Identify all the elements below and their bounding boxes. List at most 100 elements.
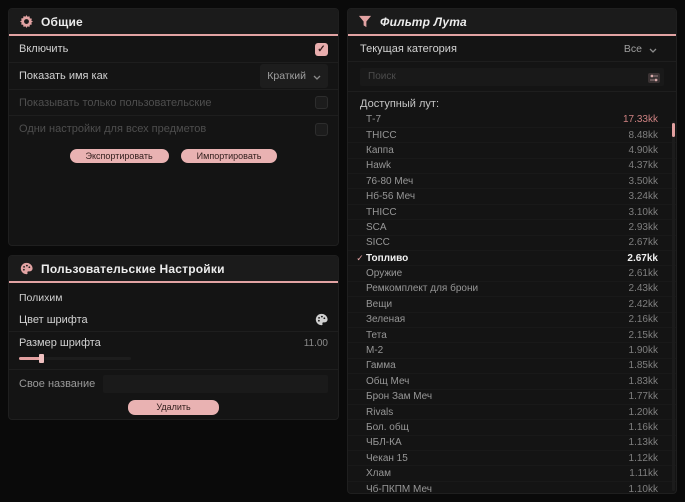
loot-item-row[interactable]: Гамма 1.85kk: [348, 359, 676, 375]
loot-item-row[interactable]: Тета 2.15kk: [348, 328, 676, 344]
loot-item-row[interactable]: Rivals 1.20kk: [348, 405, 676, 421]
loot-item-value: 2.67kk: [627, 252, 658, 264]
delete-button[interactable]: Удалить: [128, 400, 219, 415]
loot-item-name: SICC: [366, 237, 390, 249]
loot-item-name: Тета: [366, 329, 387, 341]
loot-item-row[interactable]: THICC 8.48kk: [348, 128, 676, 144]
loot-item-row[interactable]: Т-7 17.33kk: [348, 113, 676, 128]
loot-item-value: 2.61kk: [628, 268, 658, 280]
enable-label: Включить: [19, 43, 69, 55]
loot-item-name: Hawk: [366, 160, 392, 172]
loot-item-value: 1.10kk: [628, 483, 658, 494]
loot-item-name: Общ Меч: [366, 375, 410, 387]
loot-item-name: Т-7: [366, 114, 381, 126]
loot-item-value: 3.50kk: [628, 175, 658, 187]
gear-icon: [19, 15, 33, 29]
loot-item-row[interactable]: Хлам 1.11kk: [348, 466, 676, 482]
same-settings-label: Одни настройки для всех предметов: [19, 123, 207, 135]
loot-item-value: 2.15kk: [628, 329, 658, 341]
loot-item-row[interactable]: Брон Зам Меч 1.77kk: [348, 390, 676, 405]
category-dropdown[interactable]: Все: [617, 37, 664, 61]
loot-item-value: 1.12kk: [628, 452, 658, 464]
loot-item-name: Нб-56 Меч: [366, 191, 416, 203]
loot-scrollbar[interactable]: [672, 121, 675, 491]
name-mode-dropdown[interactable]: Краткий: [260, 64, 328, 88]
font-size-slider[interactable]: [19, 354, 131, 363]
loot-item-name: Ремкомплект для брони: [366, 283, 479, 295]
import-export-row: Экспортировать Импортировать: [9, 142, 338, 171]
panel-user-settings-header: Пользовательские Настройки: [9, 256, 338, 283]
loot-item-row[interactable]: 76-80 Меч 3.50kk: [348, 174, 676, 190]
selected-item-name: Полихим: [19, 292, 63, 304]
only-custom-label: Показывать только пользовательские: [19, 96, 212, 109]
panel-user-settings: Пользовательские Настройки Полихим Цвет …: [8, 255, 339, 420]
loot-item-name: Оружие: [366, 268, 403, 280]
loot-item-value: 4.90kk: [628, 144, 658, 156]
loot-item-name: Топливо: [366, 252, 409, 264]
setting-row-font-size: Размер шрифта 11.00: [9, 332, 338, 370]
panel-general: Общие Включить ✓ Показать имя как Кратки…: [8, 8, 339, 246]
palette-icon: [19, 262, 33, 276]
check-icon: ✓: [356, 252, 364, 263]
export-button[interactable]: Экспортировать: [69, 149, 169, 163]
color-picker-palette-icon[interactable]: [314, 313, 328, 327]
search-input[interactable]: [360, 67, 664, 86]
setting-row-custom-name: Свое название: [9, 370, 338, 397]
loot-item-name: М-2: [366, 345, 384, 357]
search-settings-icon[interactable]: [648, 70, 660, 88]
only-custom-checkbox[interactable]: [315, 96, 328, 109]
loot-item-row[interactable]: Hawk 4.37kk: [348, 159, 676, 175]
loot-item-row[interactable]: Вещи 2.42kk: [348, 297, 676, 313]
loot-item-value: 1.16kk: [628, 422, 658, 433]
loot-item-value: 2.42kk: [628, 298, 658, 310]
loot-item-row[interactable]: THICC 3.10kk: [348, 205, 676, 221]
import-button[interactable]: Импортировать: [180, 149, 278, 163]
loot-item-value: 1.13kk: [628, 437, 658, 449]
loot-item-row[interactable]: М-2 1.90kk: [348, 343, 676, 359]
loot-item-value: 2.93kk: [628, 221, 658, 233]
font-size-label: Размер шрифта: [19, 337, 101, 349]
loot-item-name: Rivals: [366, 406, 394, 418]
loot-item-row[interactable]: SCA 2.93kk: [348, 220, 676, 236]
loot-item-row[interactable]: Нб-56 Меч 3.24kk: [348, 189, 676, 205]
loot-item-row[interactable]: ✓ Топливо 2.67kk: [348, 251, 676, 267]
loot-item-row[interactable]: Бол. общ 1.16kk: [348, 420, 676, 436]
loot-item-row[interactable]: Общ Меч 1.83kk: [348, 374, 676, 390]
loot-list-label: Доступный лут:: [360, 97, 440, 110]
loot-item-row[interactable]: Зеленая 2.16kk: [348, 313, 676, 328]
category-value: Все: [623, 42, 642, 55]
loot-item-row[interactable]: Ремкомплект для брони 2.43kk: [348, 282, 676, 298]
loot-scrollbar-thumb[interactable]: [672, 123, 675, 137]
chevron-down-icon: [649, 40, 657, 58]
setting-row-enable: Включить ✓: [9, 36, 338, 63]
custom-name-input[interactable]: [103, 374, 328, 393]
name-mode-label: Показать имя как: [19, 70, 108, 82]
loot-item-name: Зеленая: [366, 314, 406, 326]
loot-item-row[interactable]: Каппа 4.90kk: [348, 143, 676, 159]
loot-item-value: 17.33kk: [622, 114, 658, 126]
loot-item-value: 3.10kk: [628, 206, 658, 218]
loot-item-name: THICC: [366, 206, 397, 218]
loot-item-name: Гамма: [366, 360, 396, 372]
loot-item-name: Вещи: [366, 298, 393, 310]
loot-item-value: 2.43kk: [628, 283, 658, 295]
panel-general-header: Общие: [9, 9, 338, 36]
loot-item-row[interactable]: Оружие 2.61kk: [348, 266, 676, 282]
loot-item-name: Бол. общ: [366, 422, 409, 433]
loot-item-name: SCA: [366, 221, 387, 233]
loot-item-row[interactable]: SICC 2.67kk: [348, 236, 676, 252]
enable-checkbox[interactable]: ✓: [315, 42, 328, 56]
slider-handle[interactable]: [39, 354, 44, 363]
same-settings-checkbox[interactable]: [315, 122, 328, 136]
setting-row-name-mode: Показать имя как Краткий: [9, 63, 338, 90]
loot-item-value: 3.24kk: [628, 191, 658, 203]
loot-item-row[interactable]: Чекан 15 1.12kk: [348, 451, 676, 467]
loot-list: Т-7 17.33kk THICC 8.48kk Каппа 4.90kk Hawk 4.37…: [348, 113, 676, 494]
loot-item-name: Чекан 15: [366, 452, 408, 464]
loot-item-value: 4.37kk: [628, 160, 658, 172]
panel-loot-filter-header: Фильтр Лута: [348, 9, 676, 36]
loot-item-row[interactable]: ЧБЛ-КА 1.13kk: [348, 436, 676, 452]
app-window: Общие Включить ✓ Показать имя как Кратки…: [0, 0, 685, 502]
loot-item-row[interactable]: Чб-ПКПМ Меч 1.10kk: [348, 482, 676, 494]
search-row: [348, 62, 676, 92]
